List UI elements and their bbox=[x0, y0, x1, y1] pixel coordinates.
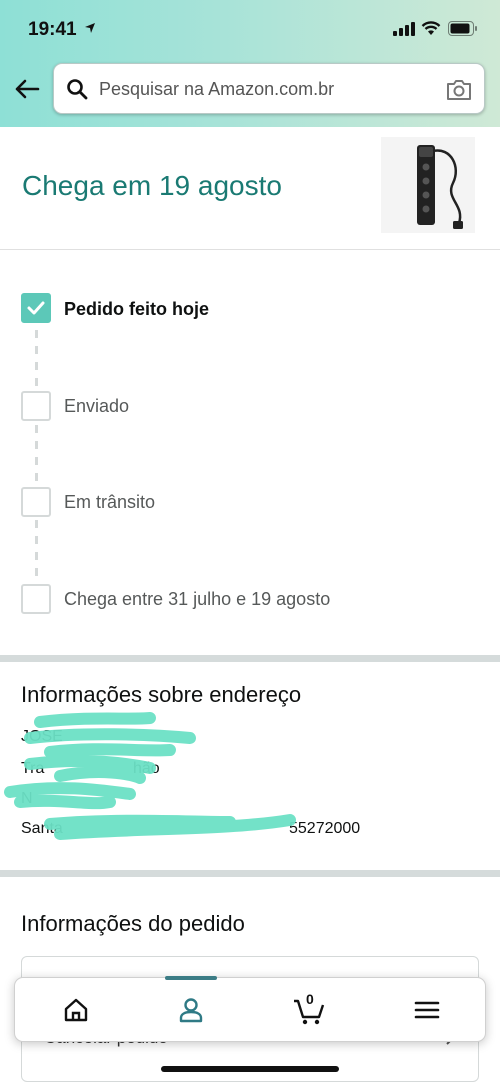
home-indicator bbox=[161, 1066, 339, 1072]
cart-count: 0 bbox=[306, 991, 314, 1007]
home-icon bbox=[64, 998, 88, 1022]
timeline-step-label: Em trânsito bbox=[64, 492, 156, 512]
timeline-connector bbox=[35, 520, 38, 582]
timeline-connector bbox=[35, 330, 38, 390]
active-tab-indicator bbox=[165, 976, 217, 980]
search-icon bbox=[66, 78, 88, 105]
person-icon bbox=[179, 998, 203, 1023]
tab-home[interactable] bbox=[59, 993, 93, 1027]
back-arrow-icon[interactable] bbox=[14, 78, 40, 100]
timeline-step-label: Chega entre 31 julho e 19 agosto bbox=[64, 589, 331, 609]
order-section-title: Informações do pedido bbox=[21, 911, 245, 936]
timeline-step-label: Pedido feito hoje bbox=[64, 299, 210, 319]
battery-icon bbox=[448, 21, 478, 41]
section-divider bbox=[0, 655, 500, 662]
address-section-title: Informações sobre endereço bbox=[21, 682, 302, 707]
product-image[interactable] bbox=[381, 137, 475, 233]
status-bar: 19:41 bbox=[0, 0, 500, 58]
tab-menu[interactable] bbox=[410, 993, 444, 1027]
wifi-icon bbox=[421, 21, 441, 41]
camera-icon[interactable] bbox=[445, 78, 473, 107]
timeline-step-label: Enviado bbox=[64, 396, 130, 416]
location-arrow-icon bbox=[84, 21, 96, 39]
step-checkbox bbox=[21, 391, 51, 421]
step-checkbox bbox=[21, 487, 51, 517]
search-input[interactable]: Pesquisar na Amazon.com.br bbox=[53, 63, 485, 114]
cellular-signal-icon bbox=[393, 22, 415, 41]
timeline-connector bbox=[35, 425, 38, 485]
bottom-tab-bar: 0 bbox=[14, 976, 486, 1042]
search-placeholder: Pesquisar na Amazon.com.br bbox=[99, 79, 335, 99]
checkmark-icon bbox=[27, 301, 45, 315]
delivery-date-heading: Chega em 19 agosto bbox=[22, 170, 282, 201]
redaction-scribble bbox=[4, 712, 296, 840]
tab-cart[interactable]: 0 bbox=[291, 991, 325, 1027]
step-checkbox-checked bbox=[21, 293, 51, 323]
status-time: 19:41 bbox=[28, 19, 77, 40]
step-checkbox bbox=[21, 584, 51, 614]
section-divider bbox=[0, 870, 500, 877]
divider bbox=[0, 249, 500, 250]
tab-account[interactable] bbox=[174, 993, 208, 1027]
hamburger-menu-icon bbox=[414, 1001, 440, 1019]
